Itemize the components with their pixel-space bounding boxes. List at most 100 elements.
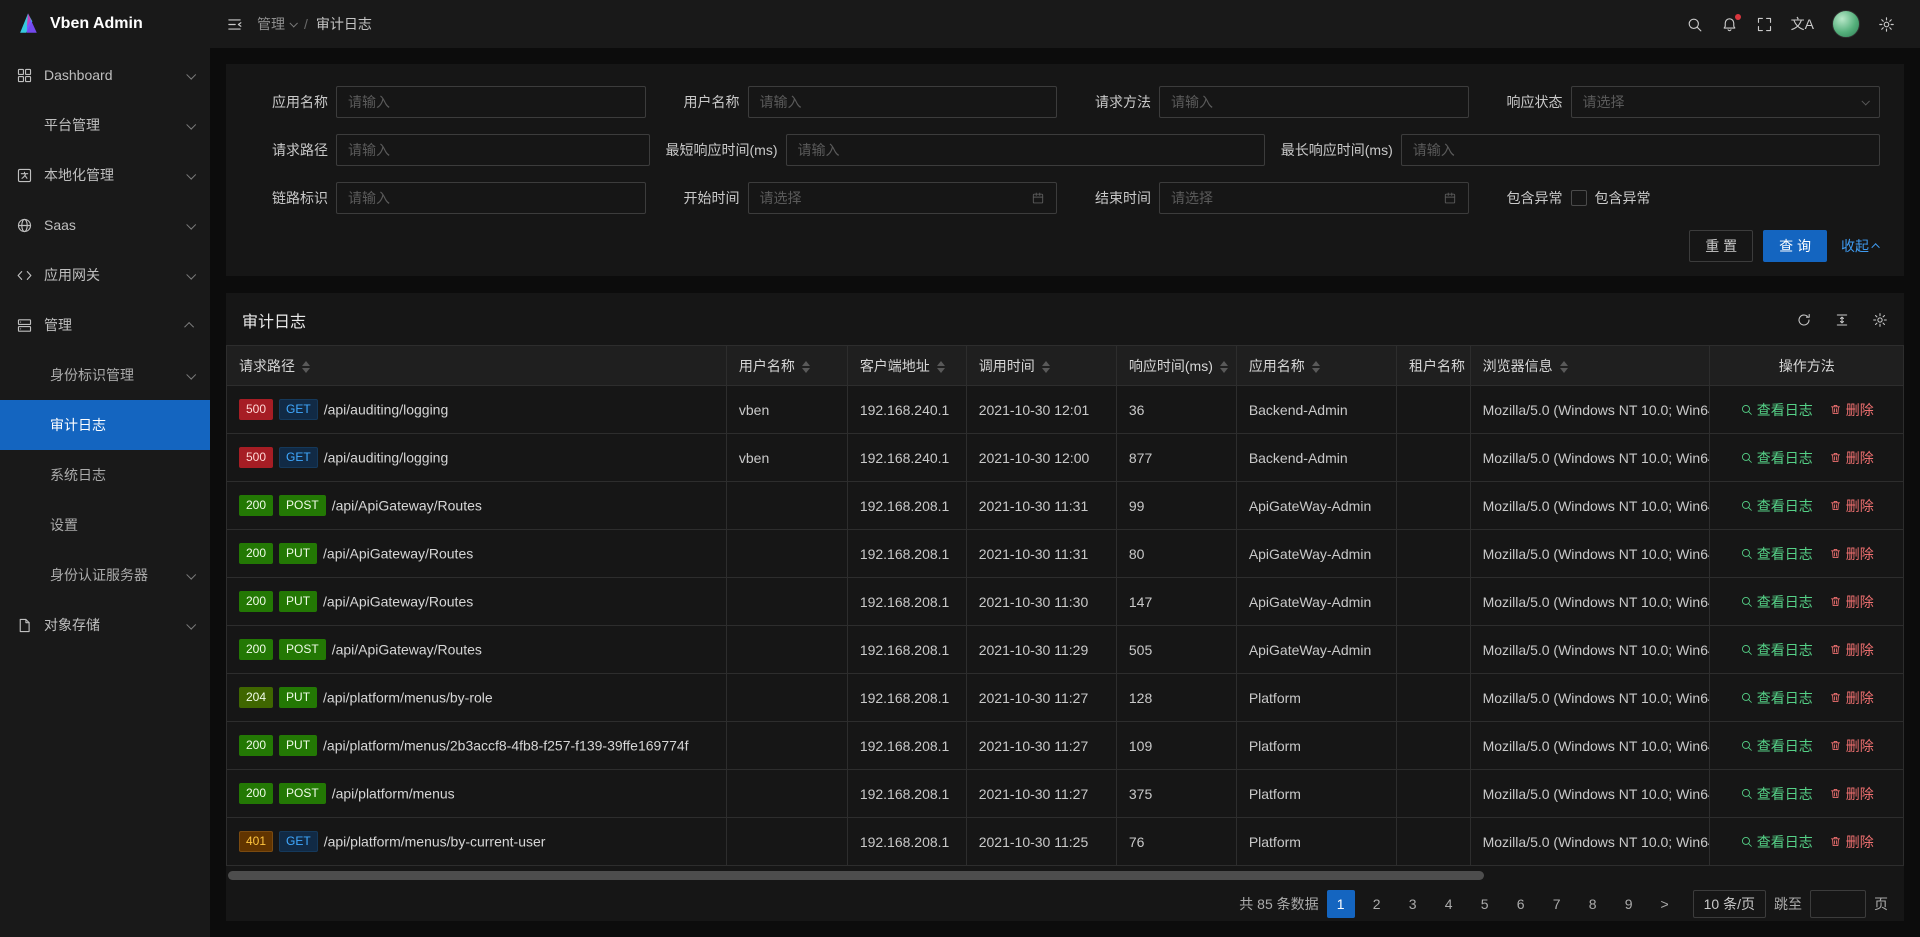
sidebar-item-audit-log[interactable]: 审计日志	[0, 400, 210, 450]
table-head: 请求路径用户名称客户端地址调用时间响应时间(ms)应用名称租户名称浏览器信息操作…	[227, 346, 1904, 386]
col-header-duration[interactable]: 响应时间(ms)	[1116, 346, 1236, 386]
delete-button[interactable]: 删除	[1829, 496, 1874, 516]
page-size-select[interactable]: 10 条/页	[1693, 890, 1766, 918]
sort-icon[interactable]	[302, 361, 310, 373]
col-header-tenant[interactable]: 租户名称	[1397, 346, 1471, 386]
sidebar-item-auth-server[interactable]: 身份认证服务器	[0, 550, 210, 600]
page-button-4[interactable]: 4	[1435, 890, 1463, 918]
delete-button[interactable]: 删除	[1829, 640, 1874, 660]
sort-icon[interactable]	[1042, 361, 1050, 373]
col-header-app[interactable]: 应用名称	[1236, 346, 1396, 386]
view-log-button[interactable]: 查看日志	[1740, 736, 1813, 756]
logo[interactable]: Vben Admin	[0, 0, 210, 48]
view-log-button[interactable]: 查看日志	[1740, 832, 1813, 852]
col-header-user[interactable]: 用户名称	[726, 346, 847, 386]
sidebar-item-localization[interactable]: 本地化管理	[0, 150, 210, 200]
page-button-2[interactable]: 2	[1363, 890, 1391, 918]
pagination-next-button[interactable]: >	[1651, 890, 1679, 918]
delete-button[interactable]: 删除	[1829, 688, 1874, 708]
page-button-3[interactable]: 3	[1399, 890, 1427, 918]
sidebar-item-manage[interactable]: 管理	[0, 300, 210, 350]
delete-label: 删除	[1846, 496, 1874, 516]
delete-button[interactable]: 删除	[1829, 400, 1874, 420]
sidebar-item-system-log[interactable]: 系统日志	[0, 450, 210, 500]
view-log-button[interactable]: 查看日志	[1740, 544, 1813, 564]
trace-id-input[interactable]	[336, 182, 646, 214]
col-header-actions[interactable]: 操作方法	[1710, 346, 1904, 386]
user-name-input[interactable]	[748, 86, 1058, 118]
col-header-browser[interactable]: 浏览器信息	[1470, 346, 1710, 386]
view-log-button[interactable]: 查看日志	[1740, 688, 1813, 708]
notification-button[interactable]	[1712, 0, 1747, 48]
sidebar-item-gateway[interactable]: 应用网关	[0, 250, 210, 300]
view-log-button[interactable]: 查看日志	[1740, 448, 1813, 468]
page-button-5[interactable]: 5	[1471, 890, 1499, 918]
row-height-icon[interactable]	[1834, 312, 1850, 328]
request-method-input[interactable]	[1159, 86, 1469, 118]
query-button[interactable]: 查 询	[1763, 230, 1827, 262]
request-method-field: 请求方法	[1073, 86, 1469, 118]
page-button-6[interactable]: 6	[1507, 890, 1535, 918]
sidebar-menu: Dashboard平台管理本地化管理Saas应用网关管理身份标识管理审计日志系统…	[0, 48, 210, 937]
sort-icon[interactable]	[937, 361, 945, 373]
delete-button[interactable]: 删除	[1829, 448, 1874, 468]
refresh-icon[interactable]	[1796, 312, 1812, 328]
min-response-time-input[interactable]	[786, 134, 1265, 166]
response-status-select[interactable]: 请选择	[1571, 86, 1881, 118]
delete-button[interactable]: 删除	[1829, 784, 1874, 804]
scrollbar-thumb[interactable]	[228, 871, 1484, 880]
chevron-down-icon	[186, 269, 196, 279]
settings-button[interactable]	[1869, 0, 1904, 48]
jump-page-input[interactable]	[1810, 890, 1866, 918]
delete-label: 删除	[1846, 784, 1874, 804]
sort-icon[interactable]	[1560, 361, 1568, 373]
collapse-toggle[interactable]: 收起	[1841, 236, 1880, 256]
view-log-button[interactable]: 查看日志	[1740, 496, 1813, 516]
sort-icon[interactable]	[802, 361, 810, 373]
app-title: Vben Admin	[50, 15, 143, 33]
col-header-ip[interactable]: 客户端地址	[847, 346, 966, 386]
view-log-button[interactable]: 查看日志	[1740, 592, 1813, 612]
max-response-time-input[interactable]	[1401, 134, 1880, 166]
delete-button[interactable]: 删除	[1829, 592, 1874, 612]
sidebar-item-identity[interactable]: 身份标识管理	[0, 350, 210, 400]
request-path-input[interactable]	[336, 134, 650, 166]
delete-button[interactable]: 删除	[1829, 544, 1874, 564]
sidebar-item-saas[interactable]: Saas	[0, 200, 210, 250]
method-badge: PUT	[279, 687, 317, 708]
locale-button[interactable]: 文A	[1782, 0, 1823, 48]
sidebar-item-settings[interactable]: 设置	[0, 500, 210, 550]
delete-button[interactable]: 删除	[1829, 736, 1874, 756]
sort-icon[interactable]	[1220, 361, 1228, 373]
search-button[interactable]	[1677, 0, 1712, 48]
breadcrumb-parent[interactable]: 管理	[257, 14, 296, 34]
page-button-7[interactable]: 7	[1543, 890, 1571, 918]
view-log-button[interactable]: 查看日志	[1740, 784, 1813, 804]
page-button-8[interactable]: 8	[1579, 890, 1607, 918]
col-header-path[interactable]: 请求路径	[227, 346, 727, 386]
table-settings-icon[interactable]	[1872, 312, 1888, 328]
app-name-input[interactable]	[336, 86, 646, 118]
reset-button[interactable]: 重 置	[1689, 230, 1753, 262]
request-path-text: /api/auditing/logging	[324, 402, 449, 418]
sidebar-fold-icon[interactable]	[226, 16, 243, 33]
include-exception-checkbox[interactable]	[1571, 190, 1587, 206]
sidebar-item-object-storage[interactable]: 对象存储	[0, 600, 210, 650]
sort-icon[interactable]	[1312, 361, 1320, 373]
user-menu[interactable]	[1823, 0, 1869, 48]
sort-desc-caret	[1042, 368, 1050, 373]
app-name-control	[336, 86, 646, 118]
delete-button[interactable]: 删除	[1829, 832, 1874, 852]
start-time-picker[interactable]: 请选择	[748, 182, 1058, 214]
col-header-time[interactable]: 调用时间	[966, 346, 1116, 386]
sidebar-item-dashboard[interactable]: Dashboard	[0, 50, 210, 100]
header-actions: 文A	[1677, 0, 1904, 48]
page-button-9[interactable]: 9	[1615, 890, 1643, 918]
sidebar-item-platform[interactable]: 平台管理	[0, 100, 210, 150]
page-button-1[interactable]: 1	[1327, 890, 1355, 918]
end-time-picker[interactable]: 请选择	[1159, 182, 1469, 214]
fullscreen-button[interactable]	[1747, 0, 1782, 48]
view-log-button[interactable]: 查看日志	[1740, 400, 1813, 420]
response-status-control: 请选择	[1571, 86, 1881, 118]
view-log-button[interactable]: 查看日志	[1740, 640, 1813, 660]
